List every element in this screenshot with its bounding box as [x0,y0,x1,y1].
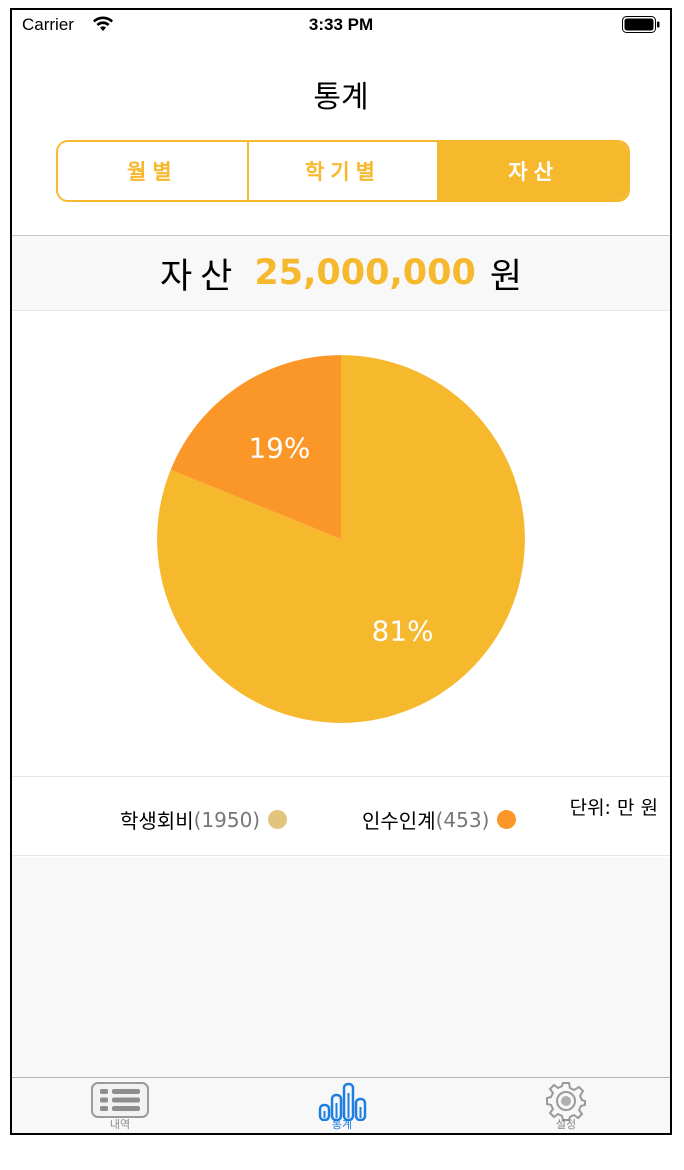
status-bar: Carrier 3:33 PM [12,10,670,40]
asset-amount: 25,000,000 [254,253,476,293]
legend-dot [497,810,517,829]
pie-slice-label-0: 81% [372,615,434,648]
segment-label: 자산 [508,160,559,184]
asset-currency: 원 [489,256,523,297]
segment-monthly[interactable]: 월별 [58,142,247,200]
unit-label: 단위: 만 원 [569,797,658,819]
list-icon [91,1082,149,1118]
clock: 3:33 PM [308,15,374,34]
legend-count: (453) [435,807,490,832]
segment-assets[interactable]: 자산 [437,142,628,200]
pie-chart: 81% 19% [157,355,525,723]
tab-settings[interactable]: 설정 [506,1078,626,1133]
segment-label: 학기별 [305,160,381,184]
legend-count: (1950) [193,807,261,832]
tab-bar: 내역 통계 설정 [12,1077,670,1133]
tab-label: 내역 [109,1118,131,1131]
legend-name: 학생회비 [120,809,194,833]
segment-label: 월별 [127,160,178,184]
empty-area [12,857,670,1081]
segment-semester[interactable]: 학기별 [246,142,438,200]
segmented-control: 월별 학기별 자산 [56,140,630,202]
asset-label: 자산 [159,256,241,297]
bar-chart-icon [318,1082,367,1121]
battery-icon [622,16,660,33]
gear-icon [546,1082,586,1121]
legend-item-student-fee: 학생회비 (1950) [120,805,288,834]
tab-history[interactable]: 내역 [60,1078,180,1133]
asset-summary: 자산 25,000,000 원 [12,235,670,311]
app-screen: Carrier 3:33 PM 통계 월별 학기별 자산 자산 25,000,0… [10,8,672,1135]
page-title: 통계 [313,80,369,115]
legend-name: 인수인계 [362,809,436,833]
pie-slice-label-1: 19% [248,431,310,464]
legend: 학생회비 (1950) 인수인계 (453) 단위: 만 원 [12,776,670,856]
tab-label: 통계 [331,1118,353,1131]
legend-item-handover: 인수인계 (453) [362,805,517,834]
tab-statistics[interactable]: 통계 [282,1078,402,1133]
tab-label: 설정 [555,1118,577,1131]
legend-dot [268,810,288,829]
